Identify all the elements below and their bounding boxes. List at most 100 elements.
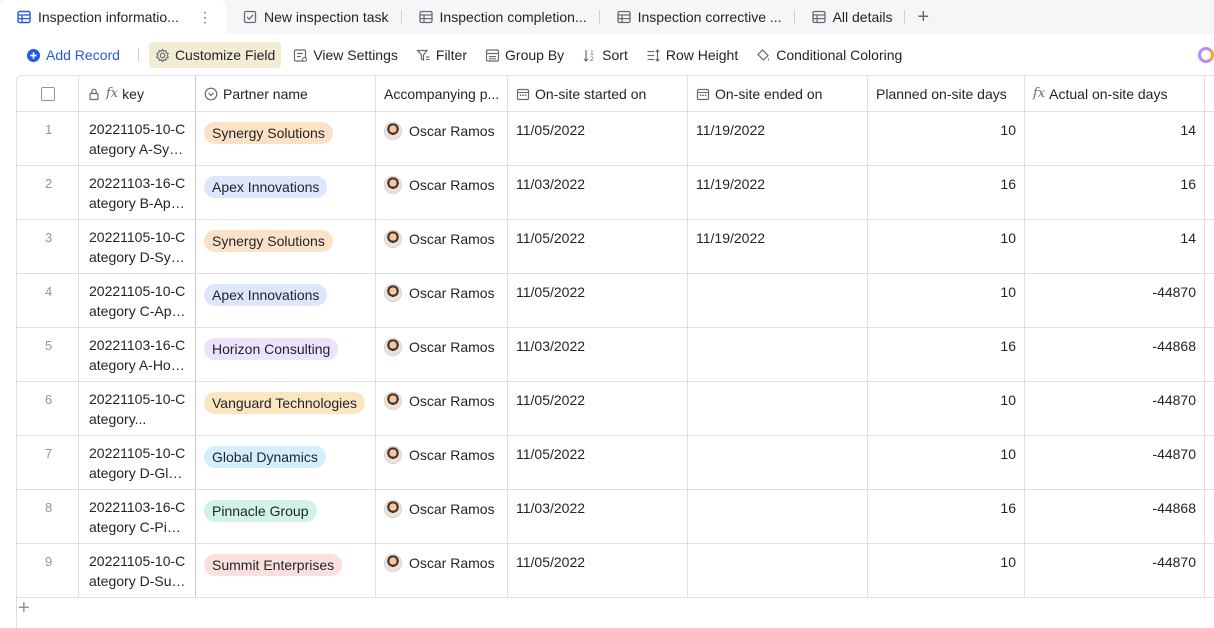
row-number-cell[interactable]: 7 [17, 436, 79, 489]
accompanying-cell[interactable]: Oscar Ramos [376, 328, 508, 381]
row-number-cell[interactable]: 9 [17, 544, 79, 597]
actual-days-cell[interactable]: 14 [1025, 112, 1205, 165]
row-number-cell[interactable]: 5 [17, 328, 79, 381]
key-cell[interactable]: 20221105-10-Category... [79, 382, 196, 435]
table-row[interactable]: 3 20221105-10-Category D-Syner... Synergy … [17, 220, 1214, 274]
start-date-cell[interactable]: 11/03/2022 [508, 490, 688, 543]
planned-days-cell[interactable]: 16 [868, 328, 1025, 381]
partner-cell[interactable]: Vanguard Technologies [196, 382, 376, 435]
accompanying-cell[interactable]: Oscar Ramos [376, 490, 508, 543]
start-date-cell[interactable]: 11/03/2022 [508, 328, 688, 381]
actual-days-cell[interactable]: -44868 [1025, 328, 1205, 381]
table-row[interactable]: 4 20221105-10-Category C-Apex... Apex Inno… [17, 274, 1214, 328]
planned-days-cell[interactable]: 16 [868, 166, 1025, 219]
end-date-cell[interactable]: 11/19/2022 [688, 112, 868, 165]
tab-inspection-completion[interactable]: Inspection completion... [402, 0, 599, 34]
column-header-start-date[interactable]: On-site started on [508, 76, 688, 111]
column-header-accompanying[interactable]: Accompanying p... [376, 76, 508, 111]
column-header-next[interactable] [1205, 76, 1214, 111]
partner-cell[interactable]: Global Dynamics [196, 436, 376, 489]
accompanying-cell[interactable]: Oscar Ramos [376, 112, 508, 165]
end-date-cell[interactable]: 11/19/2022 [688, 166, 868, 219]
tab-new-inspection-task[interactable]: New inspection task [226, 0, 401, 34]
accompanying-cell[interactable]: Oscar Ramos [376, 274, 508, 327]
key-cell[interactable]: 20221103-16-Category B-Apex... [79, 166, 196, 219]
accompanying-cell[interactable]: Oscar Ramos [376, 544, 508, 597]
table-row[interactable]: 6 20221105-10-Category... Vanguard Technol… [17, 382, 1214, 436]
start-date-cell[interactable]: 11/05/2022 [508, 436, 688, 489]
end-date-cell[interactable] [688, 490, 868, 543]
partner-cell[interactable]: Apex Innovations [196, 274, 376, 327]
planned-days-cell[interactable]: 10 [868, 436, 1025, 489]
tab-inspection-information[interactable]: Inspection informatio... ⋮ [0, 0, 226, 34]
row-number-cell[interactable]: 3 [17, 220, 79, 273]
partner-cell[interactable]: Horizon Consulting [196, 328, 376, 381]
add-record-button[interactable]: Add Record [20, 42, 126, 68]
end-date-cell[interactable]: 11/19/2022 [688, 220, 868, 273]
planned-days-cell[interactable]: 16 [868, 490, 1025, 543]
conditional-coloring-button[interactable]: Conditional Coloring [750, 42, 908, 68]
accompanying-cell[interactable]: Oscar Ramos [376, 220, 508, 273]
select-all-checkbox[interactable] [41, 86, 55, 101]
table-row[interactable]: 1 20221105-10-Category A-Synerg... Synergy… [17, 112, 1214, 166]
key-cell[interactable]: 20221105-10-Category D-Summ... [79, 544, 196, 597]
row-number-cell[interactable]: 8 [17, 490, 79, 543]
table-row[interactable]: 8 20221103-16-Category C-Pinnac... Pinnacl… [17, 490, 1214, 544]
key-cell[interactable]: 20221105-10-Category D-Syner... [79, 220, 196, 273]
actual-days-cell[interactable]: -44870 [1025, 274, 1205, 327]
actual-days-cell[interactable]: -44868 [1025, 490, 1205, 543]
planned-days-cell[interactable]: 10 [868, 382, 1025, 435]
start-date-cell[interactable]: 11/05/2022 [508, 274, 688, 327]
table-row[interactable]: 9 20221105-10-Category D-Summ... Summit En… [17, 544, 1214, 598]
accompanying-cell[interactable]: Oscar Ramos [376, 382, 508, 435]
partner-cell[interactable]: Synergy Solutions [196, 112, 376, 165]
column-header-actual-days[interactable]: fx Actual on-site days [1025, 76, 1205, 111]
end-date-cell[interactable] [688, 328, 868, 381]
planned-days-cell[interactable]: 10 [868, 544, 1025, 597]
key-cell[interactable]: 20221103-16-Category C-Pinnac... [79, 490, 196, 543]
table-row[interactable]: 7 20221105-10-Category D-Global... Global … [17, 436, 1214, 490]
column-header-end-date[interactable]: On-site ended on [688, 76, 868, 111]
end-date-cell[interactable] [688, 436, 868, 489]
start-date-cell[interactable]: 11/05/2022 [508, 112, 688, 165]
view-settings-button[interactable]: View Settings [287, 42, 404, 68]
start-date-cell[interactable]: 11/05/2022 [508, 220, 688, 273]
row-number-cell[interactable]: 1 [17, 112, 79, 165]
table-row[interactable]: 5 20221103-16-Category A-Horizo... Horizon… [17, 328, 1214, 382]
column-header-planned-days[interactable]: Planned on-site days [868, 76, 1025, 111]
sort-button[interactable]: 12 Sort [576, 42, 634, 68]
key-cell[interactable]: 20221105-10-Category D-Global... [79, 436, 196, 489]
row-number-cell[interactable]: 2 [17, 166, 79, 219]
row-height-button[interactable]: Row Height [640, 42, 744, 68]
actual-days-cell[interactable]: -44870 [1025, 544, 1205, 597]
actual-days-cell[interactable]: -44870 [1025, 382, 1205, 435]
end-date-cell[interactable] [688, 382, 868, 435]
accompanying-cell[interactable]: Oscar Ramos [376, 436, 508, 489]
key-cell[interactable]: 20221103-16-Category A-Horizo... [79, 328, 196, 381]
row-number-cell[interactable]: 4 [17, 274, 79, 327]
partner-cell[interactable]: Summit Enterprises [196, 544, 376, 597]
add-row-plus-icon[interactable]: + [18, 597, 30, 620]
table-row[interactable]: 2 20221103-16-Category B-Apex... Apex Inno… [17, 166, 1214, 220]
tab-inspection-corrective[interactable]: Inspection corrective ... [600, 0, 794, 34]
group-by-button[interactable]: Group By [479, 42, 570, 68]
column-header-partner-name[interactable]: Partner name [196, 76, 376, 111]
end-date-cell[interactable] [688, 274, 868, 327]
more-vertical-icon[interactable]: ⋮ [198, 9, 212, 26]
actual-days-cell[interactable]: 14 [1025, 220, 1205, 273]
start-date-cell[interactable]: 11/05/2022 [508, 544, 688, 597]
partner-cell[interactable]: Apex Innovations [196, 166, 376, 219]
key-cell[interactable]: 20221105-10-Category A-Synerg... [79, 112, 196, 165]
planned-days-cell[interactable]: 10 [868, 220, 1025, 273]
actual-days-cell[interactable]: 16 [1025, 166, 1205, 219]
partner-cell[interactable]: Synergy Solutions [196, 220, 376, 273]
actual-days-cell[interactable]: -44870 [1025, 436, 1205, 489]
column-header-key[interactable]: fx key [79, 76, 196, 111]
key-cell[interactable]: 20221105-10-Category C-Apex... [79, 274, 196, 327]
filter-button[interactable]: Filter [410, 42, 473, 68]
add-view-plus-icon[interactable]: + [905, 6, 941, 29]
start-date-cell[interactable]: 11/05/2022 [508, 382, 688, 435]
end-date-cell[interactable] [688, 544, 868, 597]
planned-days-cell[interactable]: 10 [868, 274, 1025, 327]
row-number-cell[interactable]: 6 [17, 382, 79, 435]
